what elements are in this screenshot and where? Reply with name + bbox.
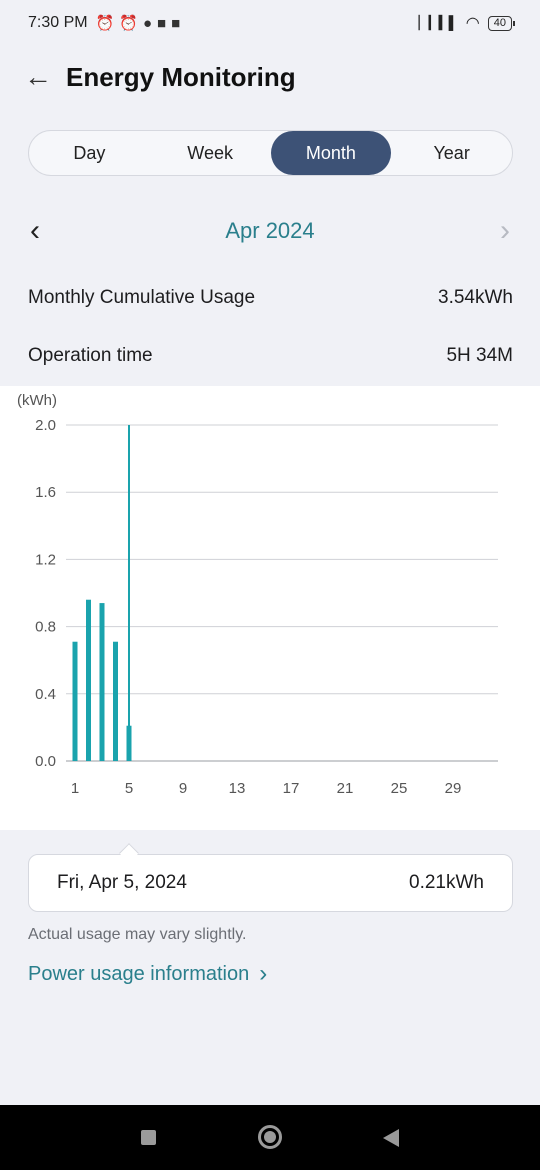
usage-bar	[86, 599, 91, 761]
month-navigator: ‹ Apr 2024 ›	[0, 208, 540, 254]
chevron-right-icon[interactable]: ›	[500, 214, 510, 248]
operation-time-value: 5H 34M	[446, 345, 513, 366]
usage-bar	[113, 641, 118, 761]
x-tick-label: 25	[391, 780, 408, 797]
y-tick-label: 0.8	[35, 619, 56, 636]
wifi-icon: ◠	[465, 15, 480, 32]
x-tick-label: 21	[337, 780, 354, 797]
selected-day-card: Fri, Apr 5, 2024 0.21kWh	[28, 854, 513, 912]
back-arrow-icon[interactable]: ←	[24, 63, 56, 91]
usage-chart-svg[interactable]: (kWh) 2.0 1.6 1.2 0.8 0.4 0.0 1 5 9 13 17 21 25 29	[0, 386, 540, 830]
y-tick-label: 2.0	[35, 417, 56, 434]
tab-day[interactable]: Day	[29, 131, 150, 175]
usage-bar	[126, 725, 132, 761]
selected-date: Fri, Apr 5, 2024	[57, 872, 187, 893]
status-bar: 7:30 PM ⏰ ⏰ ● ■ ■ ▏▎▍▌ ◠ 40	[0, 0, 540, 46]
x-tick-label: 1	[71, 780, 79, 797]
x-tick-label: 29	[445, 780, 462, 797]
back-triangle-icon[interactable]	[383, 1129, 399, 1147]
period-tabs: Day Week Month Year	[28, 130, 513, 176]
operation-time-row: Operation time 5H 34M	[28, 345, 513, 367]
x-tick-label: 13	[229, 780, 246, 797]
page-title: Energy Monitoring	[66, 61, 296, 92]
recents-icon[interactable]	[141, 1130, 156, 1145]
chat-icon: ●	[142, 14, 153, 32]
system-nav-bar	[0, 1105, 540, 1170]
app-icon: ■	[171, 14, 181, 32]
power-usage-info-label: Power usage information	[28, 962, 250, 985]
usage-bar	[99, 603, 105, 761]
operation-time-label: Operation time	[28, 345, 153, 366]
usage-label: Monthly Cumulative Usage	[28, 287, 256, 308]
alarm-icon: ⏰	[119, 15, 138, 32]
y-tick-label: 0.0	[35, 753, 56, 770]
tab-week[interactable]: Week	[150, 131, 271, 175]
signal-icon: ▏▎▍▌	[418, 15, 458, 30]
home-icon[interactable]	[258, 1125, 282, 1149]
mute-alarm-icon: ⏰	[95, 15, 115, 32]
power-usage-info-link[interactable]: Power usage information ›	[28, 960, 267, 988]
y-tick-label: 1.6	[35, 484, 56, 501]
usage-row: Monthly Cumulative Usage 3.54kWh	[28, 287, 513, 309]
app-icon: ■	[157, 14, 167, 32]
selected-value: 0.21kWh	[409, 872, 484, 893]
x-tick-label: 9	[179, 780, 187, 797]
chevron-left-icon[interactable]: ‹	[30, 214, 40, 248]
month-label: Apr 2024	[225, 218, 315, 243]
tab-month[interactable]: Month	[270, 131, 392, 175]
battery-icon: 40	[487, 15, 516, 31]
app-header: ← Energy Monitoring	[0, 50, 540, 104]
usage-bar	[72, 641, 78, 761]
usage-note: Actual usage may vary slightly.	[28, 926, 247, 943]
y-tick-label: 0.4	[35, 686, 56, 703]
usage-value: 3.54kWh	[438, 287, 513, 308]
tab-year[interactable]: Year	[391, 131, 512, 175]
y-axis-unit-label: (kWh)	[17, 392, 57, 409]
status-time: 7:30 PM	[28, 14, 88, 31]
y-tick-label: 1.2	[35, 551, 56, 568]
chevron-right-icon: ›	[259, 960, 268, 987]
x-tick-label: 5	[125, 780, 133, 797]
x-tick-label: 17	[283, 780, 300, 797]
usage-chart[interactable]: (kWh) 2.0 1.6 1.2 0.8 0.4 0.0 1 5 9 13 17 21 25 29	[0, 386, 540, 830]
